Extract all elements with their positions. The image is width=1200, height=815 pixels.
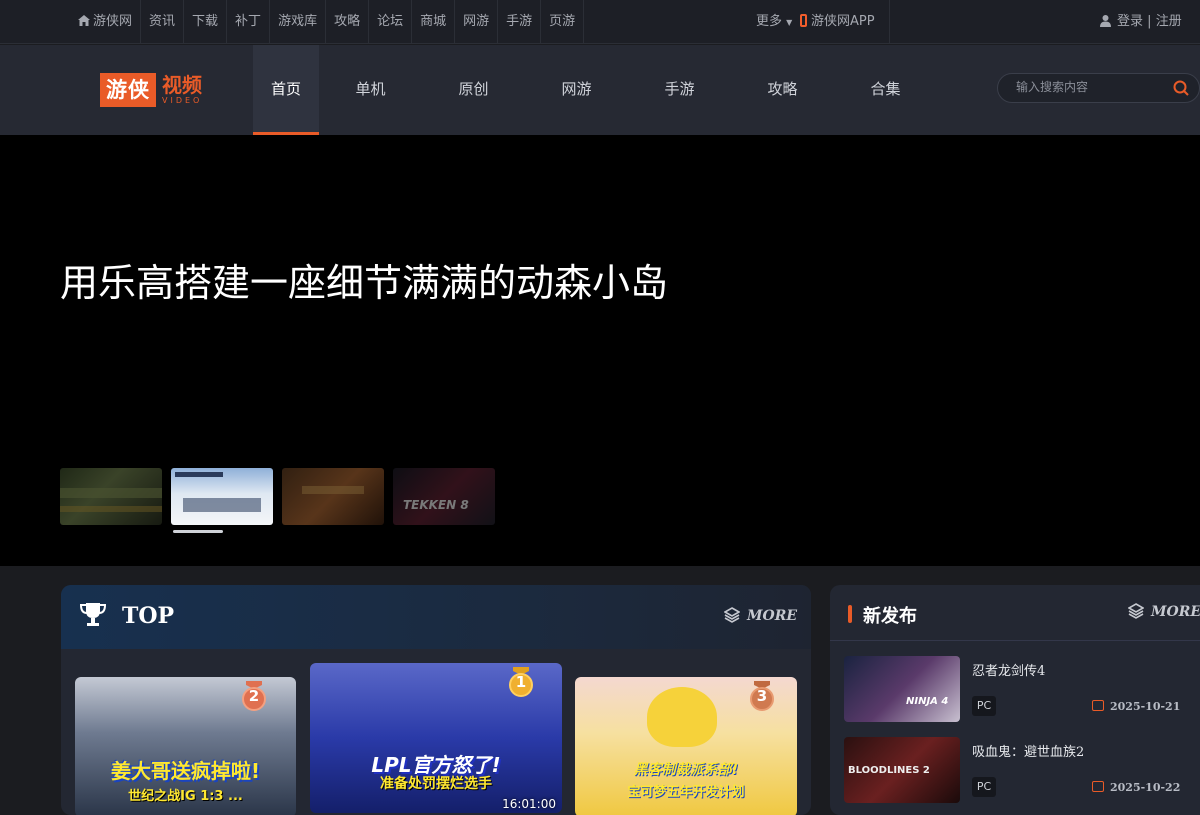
register-link[interactable]: 注册 xyxy=(1156,14,1182,29)
game-thumbnail[interactable]: BLOODLINES 2 xyxy=(844,737,960,803)
layers-icon xyxy=(1128,603,1144,619)
account-links: 登录 | 注册 xyxy=(1100,0,1182,44)
logo-sub: VIDEO xyxy=(162,96,203,105)
video-duration: 16:01:00 xyxy=(502,797,556,811)
list-item[interactable]: NINJA 4 忍者龙剑传4 PC 2025-10-21 xyxy=(844,656,1200,722)
search-icon[interactable] xyxy=(1173,80,1189,96)
rank-badge: 3 xyxy=(749,681,775,711)
site-link-news[interactable]: 资讯 xyxy=(141,0,185,44)
video-caption: 姜大哥送疯掉啦! xyxy=(110,759,261,783)
site-links: 游侠网 资讯 下载 补丁 游戏库 攻略 论坛 商城 网游 手游 页游 xyxy=(70,0,585,44)
calendar-icon xyxy=(1092,700,1104,711)
site-link-mobile-games[interactable]: 手游 xyxy=(498,0,542,44)
site-link-guides[interactable]: 攻略 xyxy=(326,0,370,44)
list-item[interactable]: BLOODLINES 2 吸血鬼：避世血族2 PC 2025-10-22 xyxy=(844,737,1200,803)
logo-product: 视频 xyxy=(162,73,202,97)
site-link-game-library[interactable]: 游戏库 xyxy=(270,0,327,44)
top-title: TOP xyxy=(122,603,175,629)
site-link-patch[interactable]: 补丁 xyxy=(227,0,271,44)
game-thumbnail[interactable]: NINJA 4 xyxy=(844,656,960,722)
app-link[interactable]: 游侠网APP xyxy=(800,0,890,44)
new-release-more-button[interactable]: MORE xyxy=(1128,603,1200,620)
platform-tag: PC xyxy=(972,777,996,797)
nav-collections[interactable]: 合集 xyxy=(834,45,937,135)
hero-banner[interactable]: 用乐高搭建一座细节满满的动森小岛 TEKKEN 8 xyxy=(0,135,1200,566)
nav-single-player[interactable]: 单机 xyxy=(319,45,422,135)
new-release-title: 新发布 xyxy=(863,606,917,627)
hero-thumbnails: TEKKEN 8 xyxy=(60,468,504,525)
video-caption: 黑客制裁派系部! xyxy=(633,762,739,778)
caret-down-icon: ▼ xyxy=(786,18,793,27)
main-header: 游侠 视频 VIDEO 首页 单机 原创 网游 手游 攻略 合集 xyxy=(0,45,1200,135)
platform-tag: PC xyxy=(972,696,996,716)
video-subcaption: 世纪之战IG 1:3 ... xyxy=(128,789,243,804)
search-input[interactable] xyxy=(1016,80,1166,94)
top-video-2[interactable]: 2 姜大哥送疯掉啦! 世纪之战IG 1:3 ... xyxy=(75,677,296,815)
site-link-shop[interactable]: 商城 xyxy=(412,0,456,44)
rank-badge: 2 xyxy=(241,681,267,711)
search-box xyxy=(997,73,1200,103)
logo-brand: 游侠 xyxy=(100,73,156,107)
rank-badge: 1 xyxy=(508,667,534,697)
hero-title[interactable]: 用乐高搭建一座细节满满的动森小岛 xyxy=(60,255,720,312)
site-link-web-games[interactable]: 页游 xyxy=(541,0,585,44)
more-menu[interactable]: 更多 ▼ xyxy=(756,0,792,44)
nav-guides[interactable]: 攻略 xyxy=(731,45,834,135)
hero-thumb-4[interactable]: TEKKEN 8 xyxy=(393,468,495,525)
calendar-icon xyxy=(1092,781,1104,792)
carousel-indicator xyxy=(173,530,223,533)
game-name[interactable]: 忍者龙剑传4 xyxy=(972,660,1045,679)
nav-original[interactable]: 原创 xyxy=(422,45,525,135)
top-bar: 游侠网 资讯 下载 补丁 游戏库 攻略 论坛 商城 网游 手游 页游 更多 ▼ … xyxy=(0,0,1200,44)
site-link-forum[interactable]: 论坛 xyxy=(369,0,413,44)
game-name[interactable]: 吸血鬼：避世血族2 xyxy=(972,741,1084,760)
trophy-icon xyxy=(79,603,107,626)
nav-mobile-games[interactable]: 手游 xyxy=(628,45,731,135)
layers-icon xyxy=(724,607,740,623)
hero-thumb-3[interactable] xyxy=(282,468,384,525)
hero-thumb-2[interactable] xyxy=(171,468,273,525)
top-video-1[interactable]: 1 LPL官方怒了! 准备处罚摆烂选手 16:01:00 xyxy=(310,663,562,813)
site-logo[interactable]: 游侠 视频 VIDEO xyxy=(100,72,202,108)
release-date: 2025-10-21 xyxy=(1092,700,1180,713)
site-link-download[interactable]: 下载 xyxy=(184,0,228,44)
site-link-home[interactable]: 游侠网 xyxy=(70,0,142,44)
video-subcaption: 准备处罚摆烂选手 xyxy=(380,776,492,792)
nav-online-games[interactable]: 网游 xyxy=(525,45,628,135)
home-icon xyxy=(78,15,90,26)
video-subcaption: 宝可梦五年开发计划 xyxy=(627,785,745,800)
release-date: 2025-10-22 xyxy=(1092,781,1180,794)
hero-thumb-1[interactable] xyxy=(60,468,162,525)
new-release-panel: 新发布 MORE NINJA 4 忍者龙剑传4 PC 2025-10-21 BL… xyxy=(830,585,1200,815)
nav-home[interactable]: 首页 xyxy=(253,45,319,135)
top-more-button[interactable]: MORE xyxy=(724,607,797,624)
top-video-3[interactable]: 3 黑客制裁派系部! 宝可梦五年开发计划 xyxy=(575,677,797,815)
login-link[interactable]: 登录 xyxy=(1117,14,1143,29)
site-link-online-games[interactable]: 网游 xyxy=(455,0,499,44)
main-nav: 首页 单机 原创 网游 手游 攻略 合集 xyxy=(253,45,937,135)
phone-icon xyxy=(800,14,807,27)
section-accent-bar xyxy=(848,605,852,623)
top-ranking-panel: TOP MORE 2 姜大哥送疯掉啦! 世纪之战IG 1:3 ... 1 LPL… xyxy=(61,585,811,815)
user-icon xyxy=(1100,15,1111,27)
